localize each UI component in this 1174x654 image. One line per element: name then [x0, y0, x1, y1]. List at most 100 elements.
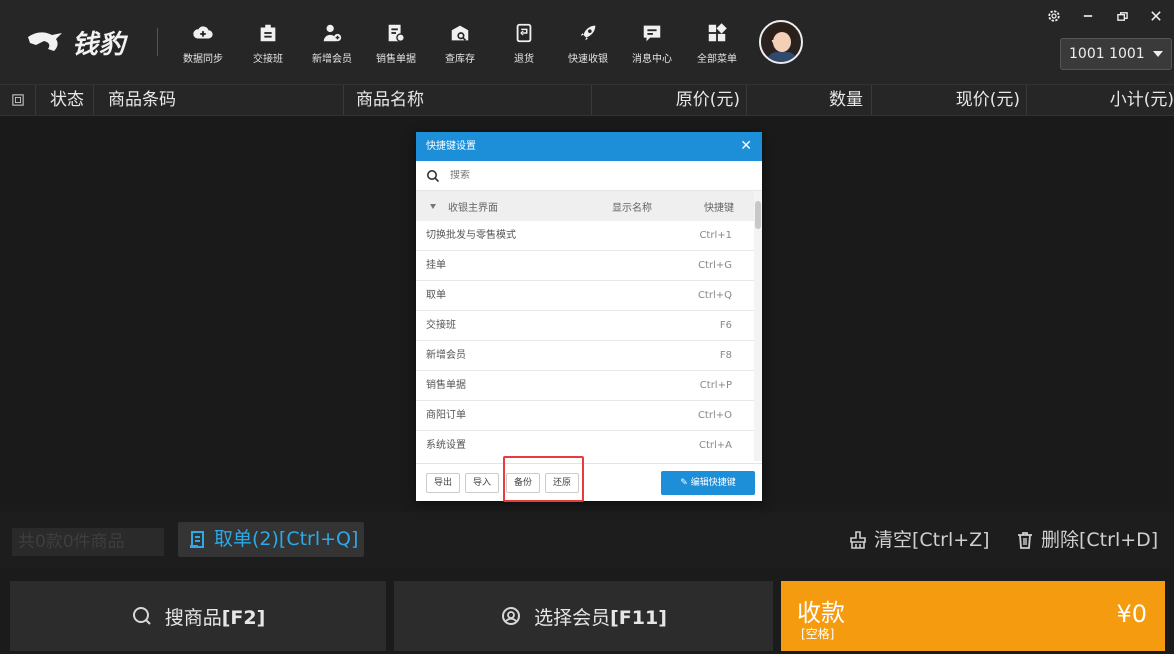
- close-icon[interactable]: ✕: [740, 132, 752, 161]
- minimize-icon[interactable]: [1078, 6, 1098, 26]
- user-selector-value: 1001 1001: [1069, 46, 1145, 62]
- search-product-key: [F2]: [221, 606, 266, 629]
- tool-all-menu[interactable]: 全部菜单: [687, 22, 747, 66]
- user-selector[interactable]: 1001 1001: [1060, 38, 1172, 70]
- checkout-amount: ¥0: [1116, 600, 1147, 628]
- edit-shortcut-label: 编辑快捷键: [690, 478, 736, 488]
- tool-label: 查库存: [445, 54, 475, 65]
- shortcut-name: 系统设置: [426, 440, 466, 451]
- dialog-search-bar: [416, 161, 762, 191]
- shortcut-row[interactable]: 新增会员 F8: [416, 341, 754, 371]
- take-order-button[interactable]: 取单(2)[Ctrl+Q]: [178, 522, 364, 557]
- user-avatar[interactable]: [759, 20, 803, 64]
- shortcut-name: 销售单据: [426, 380, 466, 391]
- shortcut-key: Ctrl+Q: [697, 290, 732, 301]
- col-barcode[interactable]: 商品条码: [94, 85, 344, 115]
- select-all-checkbox[interactable]: [0, 85, 36, 115]
- col-quantity[interactable]: 数量: [747, 85, 872, 115]
- shortcut-key: F8: [719, 350, 732, 361]
- dialog-header: 快捷键设置 ✕: [416, 132, 762, 161]
- dialog-footer: 导出 导入 备份 还原 ✎ 编辑快捷键: [416, 463, 762, 501]
- take-order-label: 取单(2)[Ctrl+Q]: [214, 528, 359, 550]
- col-product-name[interactable]: 商品名称: [344, 85, 592, 115]
- col-subtotal[interactable]: 小计(元): [1027, 85, 1174, 115]
- shortcut-row[interactable]: 交接班 F6: [416, 311, 754, 341]
- import-button[interactable]: 导入: [465, 473, 499, 493]
- select-member-label: 选择会员: [534, 606, 611, 629]
- shortcut-row[interactable]: 系统设置 Ctrl+A: [416, 431, 754, 457]
- shortcut-name: 挂单: [426, 260, 446, 271]
- shortcut-row[interactable]: 挂单 Ctrl+G: [416, 251, 754, 281]
- col-status[interactable]: 状态: [36, 85, 94, 115]
- tool-label: 全部菜单: [697, 54, 737, 65]
- tool-message-center[interactable]: 消息中心: [622, 22, 682, 66]
- grid-menu-icon: [708, 23, 727, 42]
- trash-icon: [1018, 532, 1032, 549]
- inventory-icon: [451, 25, 469, 41]
- cart-table-header: 状态 商品条码 商品名称 原价(元) 数量 现价(元) 小计(元): [0, 84, 1174, 116]
- tool-data-sync[interactable]: 数据同步: [173, 22, 233, 66]
- settings-gear-icon[interactable]: [1044, 6, 1064, 26]
- tool-label: 消息中心: [632, 54, 672, 65]
- select-member-key: [F11]: [610, 606, 667, 629]
- search-icon: [427, 169, 440, 182]
- edit-shortcut-button[interactable]: ✎ 编辑快捷键: [661, 471, 755, 495]
- toolbar-divider: [157, 28, 158, 56]
- app-logo: 钱豹: [26, 22, 126, 62]
- message-icon: [643, 25, 661, 42]
- clear-label: 清空[Ctrl+Z]: [874, 529, 990, 551]
- search-product-button[interactable]: 搜商品[F2]: [10, 581, 386, 651]
- group-label: 收银主界面: [448, 202, 498, 214]
- shortcut-name: 交接班: [426, 320, 456, 331]
- clear-button[interactable]: 清空[Ctrl+Z]: [848, 526, 990, 554]
- pencil-icon: ✎: [680, 478, 691, 488]
- col-original-price[interactable]: 原价(元): [592, 85, 747, 115]
- col-shortcut: 快捷键: [704, 202, 734, 214]
- shortcut-key: Ctrl+G: [698, 260, 732, 271]
- export-button[interactable]: 导出: [426, 473, 460, 493]
- shortcut-group-header[interactable]: 收银主界面 显示名称 快捷键: [416, 191, 762, 221]
- tool-return[interactable]: 退货: [494, 22, 554, 66]
- restore-button[interactable]: 还原: [545, 473, 579, 493]
- shortcut-row[interactable]: 商阳订单 Ctrl+O: [416, 401, 754, 431]
- collapse-triangle-icon: [430, 203, 436, 209]
- shortcut-row[interactable]: 切换批发与零售模式 Ctrl+1: [416, 221, 754, 251]
- tool-quick-checkout[interactable]: 快速收银: [558, 22, 618, 66]
- col-current-price[interactable]: 现价(元): [872, 85, 1027, 115]
- delete-label: 删除[Ctrl+D]: [1041, 529, 1159, 551]
- tool-inventory[interactable]: 查库存: [430, 22, 490, 66]
- take-order-icon: [190, 530, 204, 548]
- checkout-button[interactable]: 收款 [空格] ¥0: [781, 581, 1165, 651]
- tool-add-member[interactable]: 新增会员: [302, 22, 362, 66]
- tool-label: 销售单据: [376, 54, 416, 65]
- summary-row: [0, 512, 1174, 568]
- dialog-search-input[interactable]: [450, 170, 700, 181]
- checkout-shortcut: [空格]: [801, 627, 835, 641]
- select-member-button[interactable]: 选择会员[F11]: [394, 581, 773, 651]
- dialog-scrollbar[interactable]: [754, 191, 762, 461]
- clear-icon: [850, 531, 866, 549]
- handover-icon: [260, 24, 276, 42]
- checkout-label: 收款: [797, 599, 845, 627]
- shortcut-name: 新增会员: [426, 350, 466, 361]
- close-window-icon[interactable]: [1146, 6, 1166, 26]
- scrollbar-thumb[interactable]: [755, 201, 761, 229]
- delete-button[interactable]: 删除[Ctrl+D]: [1015, 526, 1158, 554]
- logo-text: 钱豹: [72, 29, 127, 60]
- tool-handover[interactable]: 交接班: [238, 22, 298, 66]
- cart-summary-text: 共0款0件商品: [12, 528, 164, 556]
- shortcut-key: F6: [719, 320, 732, 331]
- shortcut-row[interactable]: 销售单据 Ctrl+P: [416, 371, 754, 401]
- member-icon: [502, 607, 521, 625]
- leopard-logo-icon: [28, 32, 62, 51]
- tool-sales-docs[interactable]: 销售单据: [366, 22, 426, 66]
- tool-label: 数据同步: [183, 54, 223, 65]
- backup-button[interactable]: 备份: [506, 473, 540, 493]
- shortcut-row[interactable]: 取单 Ctrl+Q: [416, 281, 754, 311]
- shortcut-name: 商阳订单: [426, 410, 466, 421]
- window-controls: [1044, 6, 1166, 26]
- dialog-title: 快捷键设置: [426, 141, 476, 152]
- rocket-icon: [580, 25, 596, 41]
- tool-label: 快速收银: [568, 54, 608, 65]
- restore-window-icon[interactable]: [1112, 6, 1132, 26]
